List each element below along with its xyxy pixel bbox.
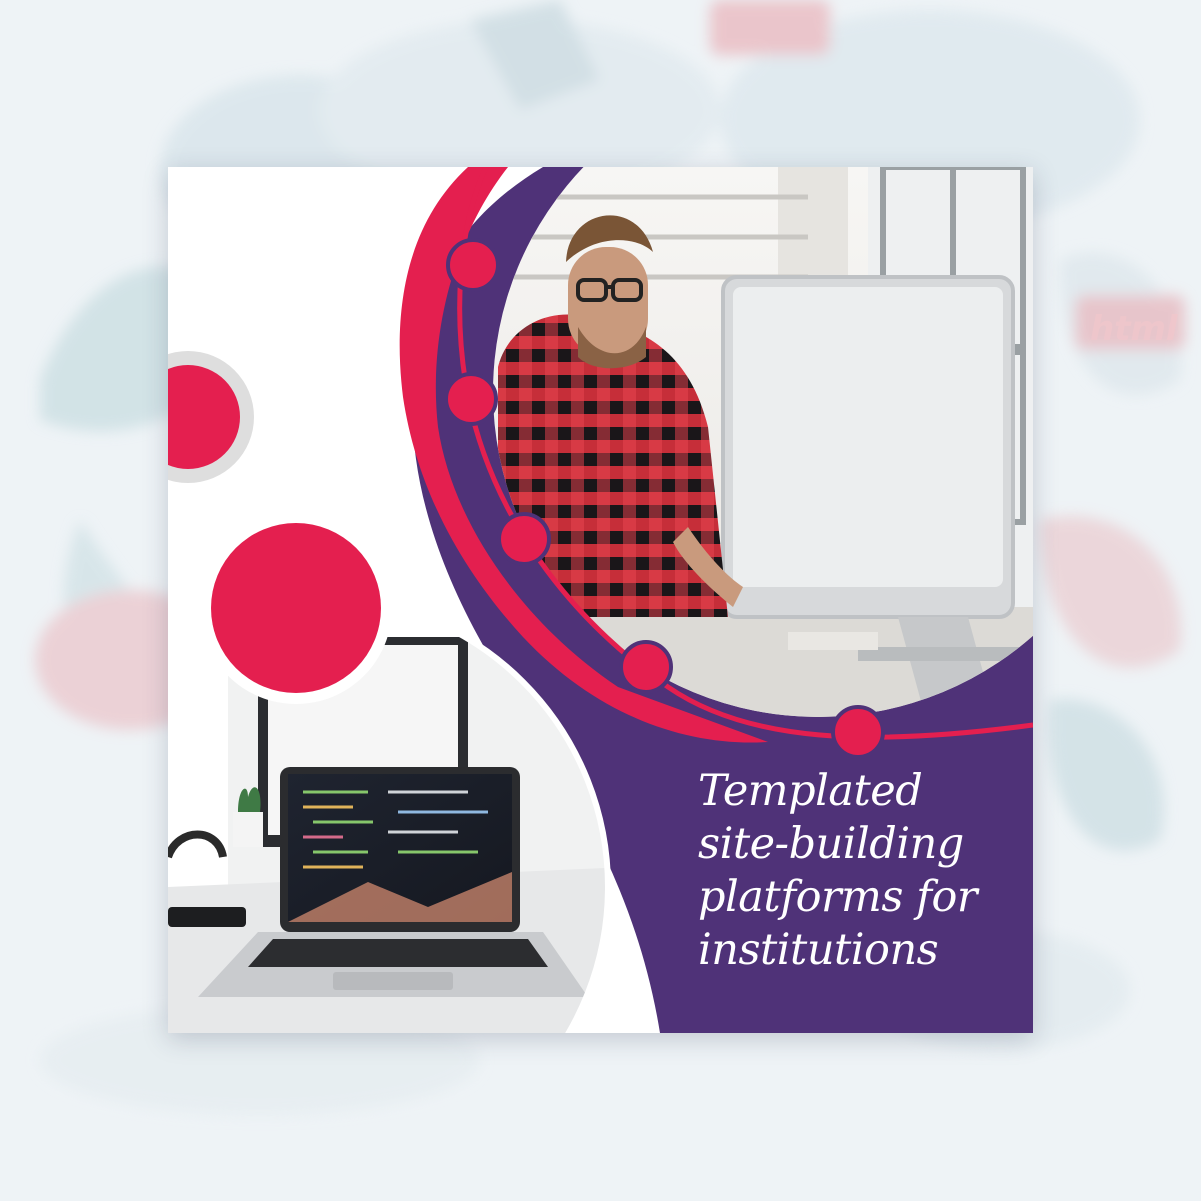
bead-2 <box>444 372 498 426</box>
promo-card: Templated site-building platforms for in… <box>168 167 1033 1033</box>
bead-5 <box>831 705 885 759</box>
headline-line-2: site-building <box>698 819 964 869</box>
bead-1 <box>446 238 500 292</box>
headline-line-1: Templated <box>698 766 923 816</box>
bead-4 <box>619 640 673 694</box>
headline-line-3: platforms for <box>698 872 977 922</box>
headline-line-4: institutions <box>698 925 939 975</box>
promo-scene: html Templated site-building platforms f… <box>0 0 1201 1201</box>
html-badge-icon: html <box>1090 309 1179 349</box>
crimson-dot-large <box>211 523 381 693</box>
headline: Templated site-building platforms for in… <box>698 765 1028 977</box>
bead-3 <box>497 512 551 566</box>
